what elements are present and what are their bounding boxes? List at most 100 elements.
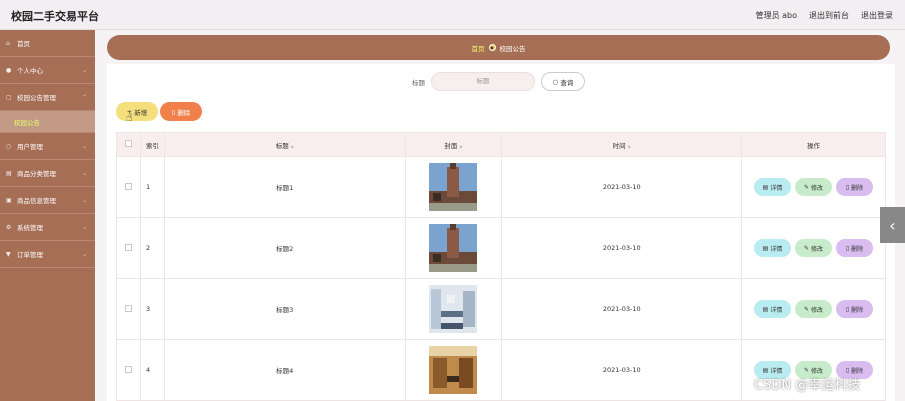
sidebar: ⌂ 首页 ● 个人中心 ⌄ ▢ 校园公告管理 ⌃ 校园公告 ○ 用户管理 ⌄ ▤ 商品分类管理 ⌄… (0, 30, 95, 401)
row-title: 标题4 (163, 339, 406, 401)
doc-icon: ▤ (762, 183, 769, 191)
sidebar-item-label: 系统管理 (17, 224, 43, 232)
edit-button[interactable]: ✎ 修改 (795, 300, 832, 318)
trash-icon: ▯ (845, 183, 850, 191)
list-card: 标题 标题 ○ 查询 + 新增 ☝ ▯ 删除 索引 标题 ◆ 封面 ◆ 时间 ◆ 操作 1 标… (107, 64, 895, 401)
search-bar: 标题 标题 ○ 查询 (412, 72, 585, 91)
batch-delete-button[interactable]: ▯ 删除 (160, 102, 202, 121)
sidebar-item-personal[interactable]: ● 个人中心 ⌄ (0, 57, 95, 84)
row-checkbox[interactable] (124, 243, 132, 251)
breadcrumb-separator-icon: ● (488, 44, 496, 51)
pencil-icon: ✎ (803, 183, 809, 191)
sort-icon: ◆ (459, 143, 463, 149)
sidebar-item-users[interactable]: ○ 用户管理 ⌄ (0, 133, 95, 160)
row-index: 2 (139, 217, 165, 279)
breadcrumb-current: 校园公告 (499, 44, 526, 53)
app-title: 校园二手交易平台 (11, 10, 99, 23)
chevron-down-icon: ⌄ (81, 223, 87, 231)
doc-icon: ▤ (762, 366, 769, 374)
chevron-left-icon: ‹ (889, 215, 896, 235)
sort-icon: ◆ (290, 143, 294, 149)
side-panel-toggle[interactable]: ‹ (880, 207, 905, 243)
add-button[interactable]: + 新增 ☝ (116, 102, 158, 124)
chevron-down-icon: ⌄ (81, 169, 87, 177)
sidebar-item-label: 商品信息管理 (17, 197, 56, 205)
row-index: 1 (139, 156, 165, 218)
toolbar: + 新增 ☝ ▯ 删除 (116, 102, 202, 124)
chevron-down-icon: ⌄ (81, 196, 87, 204)
sidebar-item-label: 首页 (17, 40, 30, 48)
row-index: 3 (139, 278, 165, 340)
sidebar-item-system[interactable]: ⚙ 系统管理 ⌄ (0, 214, 95, 241)
edit-button-label: 修改 (811, 184, 824, 192)
row-ops: ▤ 详情 ✎ 修改 ▯ 删除 (741, 217, 886, 279)
edit-button-label: 修改 (811, 306, 824, 314)
search-button[interactable]: ○ 查询 (541, 72, 585, 91)
detail-button-label: 详情 (770, 306, 783, 314)
sidebar-item-notice[interactable]: ▢ 校园公告管理 ⌃ (0, 84, 95, 111)
row-title: 标题1 (163, 156, 406, 218)
table-row: 1 标题1 2021-03-10 ▤ 详情 ✎ 修改 ▯ 删除 (116, 156, 886, 218)
chevron-down-icon: ⌄ (81, 142, 87, 150)
header-cover[interactable]: 封面 ◆ (404, 132, 503, 157)
search-button-label: 查询 (560, 78, 574, 87)
row-checkbox[interactable] (124, 365, 132, 373)
edit-button[interactable]: ✎ 修改 (795, 178, 832, 196)
detail-button[interactable]: ▤ 详情 (754, 300, 791, 318)
logout-link[interactable]: 退出登录 (861, 10, 893, 21)
row-checkbox[interactable] (124, 182, 132, 190)
sidebar-subitem-notice[interactable]: 校园公告 (0, 111, 95, 133)
back-to-front-link[interactable]: 退出到前台 (809, 10, 849, 21)
detail-button[interactable]: ▤ 详情 (754, 239, 791, 257)
detail-button-label: 详情 (770, 184, 783, 192)
delete-button-label: 删除 (851, 245, 864, 253)
users-icon: ○ (6, 142, 12, 150)
doc-icon: ▤ (762, 305, 769, 313)
hand-cursor-icon: ☝ (126, 111, 133, 124)
edit-button[interactable]: ✎ 修改 (795, 239, 832, 257)
notice-icon: ▢ (6, 93, 12, 101)
header-title[interactable]: 标题 ◆ (163, 132, 406, 157)
delete-button[interactable]: ▯ 删除 (836, 300, 873, 318)
trash-icon: ▯ (845, 305, 850, 313)
cover-image[interactable] (429, 285, 478, 333)
header-time[interactable]: 时间 ◆ (501, 132, 743, 157)
delete-button[interactable]: ▯ 删除 (836, 239, 873, 257)
delete-button-label: 删除 (177, 108, 191, 117)
delete-button[interactable]: ▯ 删除 (836, 178, 873, 196)
search-input[interactable]: 标题 (431, 72, 535, 91)
row-time: 2021-03-10 (501, 278, 743, 340)
user-icon: ● (6, 66, 12, 74)
notice-table: 索引 标题 ◆ 封面 ◆ 时间 ◆ 操作 1 标题1 2021-03-10 ▤ 详情 ✎… (116, 132, 886, 401)
sidebar-item-home[interactable]: ⌂ 首页 (0, 30, 95, 57)
search-label: 标题 (412, 78, 425, 87)
breadcrumb-home[interactable]: 首页 (472, 43, 485, 53)
top-bar: 校园二手交易平台 管理员 abo 退出到前台 退出登录 (0, 0, 905, 30)
row-cover (404, 278, 503, 340)
top-actions: 管理员 abo 退出到前台 退出登录 (756, 10, 893, 21)
row-cover (404, 156, 503, 218)
header-cover-label: 封面 (444, 141, 458, 150)
edit-button-label: 修改 (811, 245, 824, 253)
row-time: 2021-03-10 (501, 339, 743, 401)
sidebar-item-label: 订单管理 (17, 251, 43, 259)
delete-button-label: 删除 (851, 306, 864, 314)
cover-image[interactable] (429, 224, 478, 272)
select-all-checkbox[interactable] (124, 140, 132, 147)
row-cover (404, 339, 503, 401)
sidebar-item-category[interactable]: ▤ 商品分类管理 ⌄ (0, 160, 95, 187)
row-checkbox[interactable] (124, 304, 132, 312)
delete-button-label: 删除 (851, 184, 864, 192)
cover-image[interactable] (429, 346, 478, 394)
cover-image[interactable] (429, 163, 478, 211)
sidebar-item-label: 个人中心 (17, 67, 43, 75)
row-time: 2021-03-10 (501, 217, 743, 279)
row-select-cell (116, 156, 141, 218)
row-select-cell (116, 278, 141, 340)
doc-icon: ▤ (762, 244, 769, 252)
sidebar-item-goods[interactable]: ▣ 商品信息管理 ⌄ (0, 187, 95, 214)
detail-button[interactable]: ▤ 详情 (754, 178, 791, 196)
sidebar-item-orders[interactable]: ▼ 订单管理 ⌄ (0, 241, 95, 268)
sort-icon: ◆ (627, 143, 631, 149)
system-icon: ⚙ (6, 223, 12, 231)
